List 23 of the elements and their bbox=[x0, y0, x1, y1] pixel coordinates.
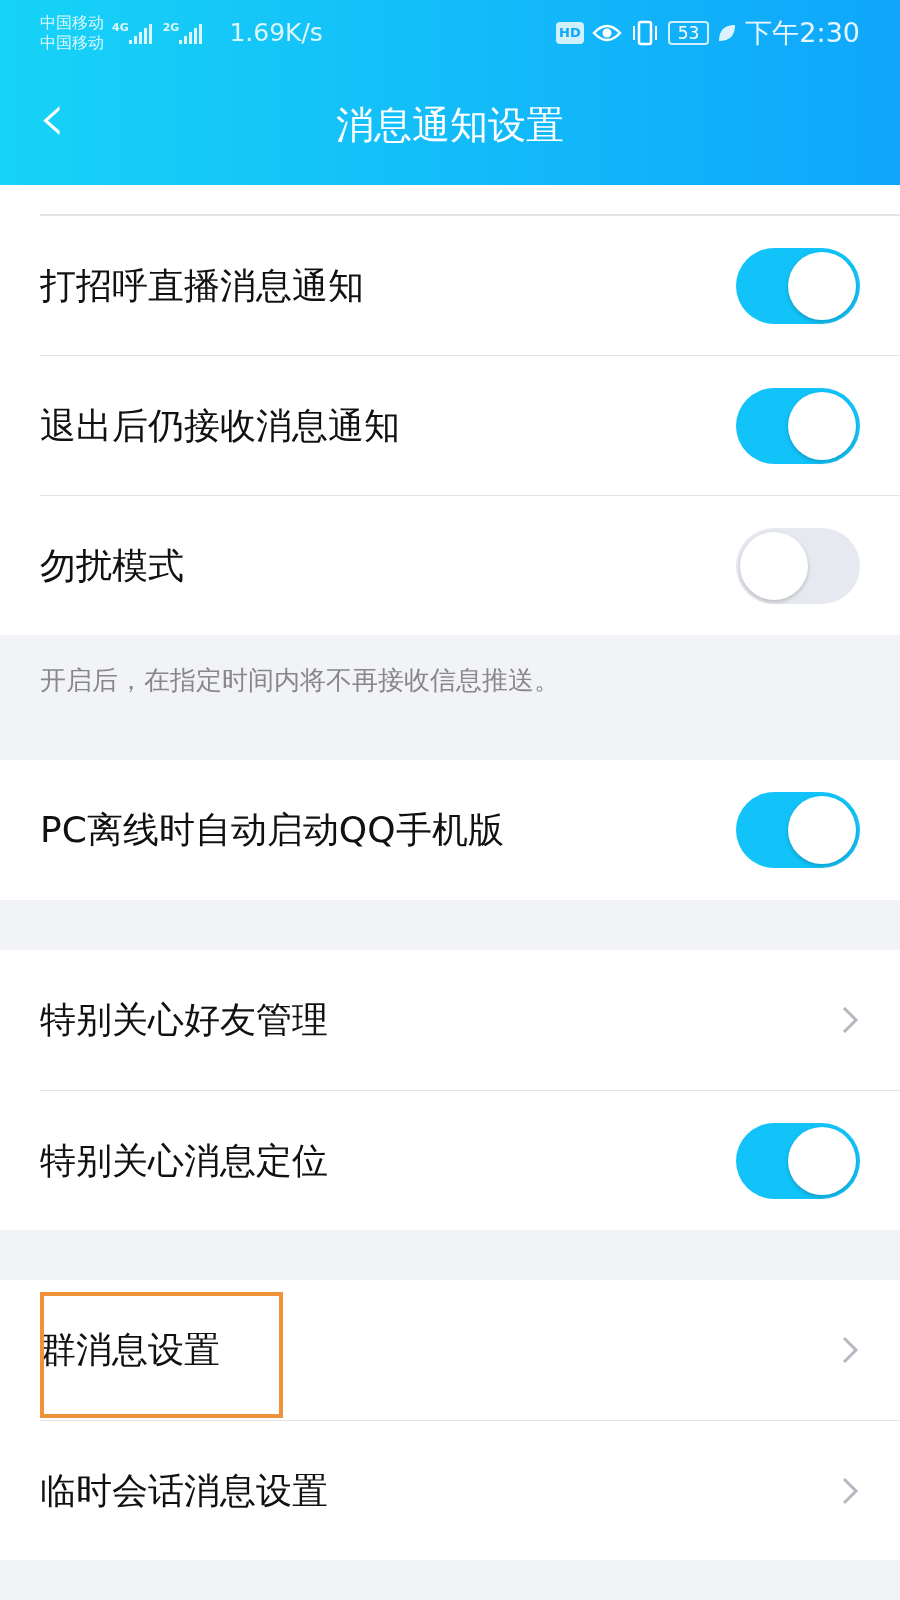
eye-icon bbox=[591, 23, 622, 43]
setting-label: 特别关心好友管理 bbox=[40, 998, 328, 1042]
network-label: 4G bbox=[112, 20, 129, 36]
hd-icon: HD bbox=[556, 22, 584, 44]
chevron-icon bbox=[840, 1004, 860, 1036]
network-speed: 1.69K/s bbox=[229, 17, 323, 50]
setting-label: 退出后仍接收消息通知 bbox=[40, 403, 400, 448]
setting-label: 勿扰模式 bbox=[40, 543, 184, 588]
battery-level: 53 bbox=[667, 21, 710, 45]
network-label: 2G bbox=[162, 20, 180, 36]
carrier-label: 中国移动 bbox=[40, 33, 104, 53]
hint-text: 开启后，在指定时间内将不再接收信息推送。 bbox=[39, 664, 561, 697]
setting-label: 临时会话消息设置 bbox=[40, 1468, 328, 1513]
page-title: 消息通知设置 bbox=[336, 102, 564, 149]
setting-label: 特别关心消息定位 bbox=[40, 1138, 328, 1183]
back-button[interactable]: ‹ bbox=[38, 82, 66, 152]
carrier-label: 中国移动 bbox=[40, 13, 104, 33]
setting-label: PC离线时自动启动QQ手机版 bbox=[40, 808, 504, 852]
chevron-icon bbox=[840, 1334, 860, 1366]
setting-label: 打招呼直播消息通知 bbox=[40, 263, 364, 308]
setting-label: 群消息设置 bbox=[40, 1328, 220, 1372]
leaf-icon bbox=[717, 23, 738, 43]
clock: 下午2:30 bbox=[745, 15, 860, 50]
